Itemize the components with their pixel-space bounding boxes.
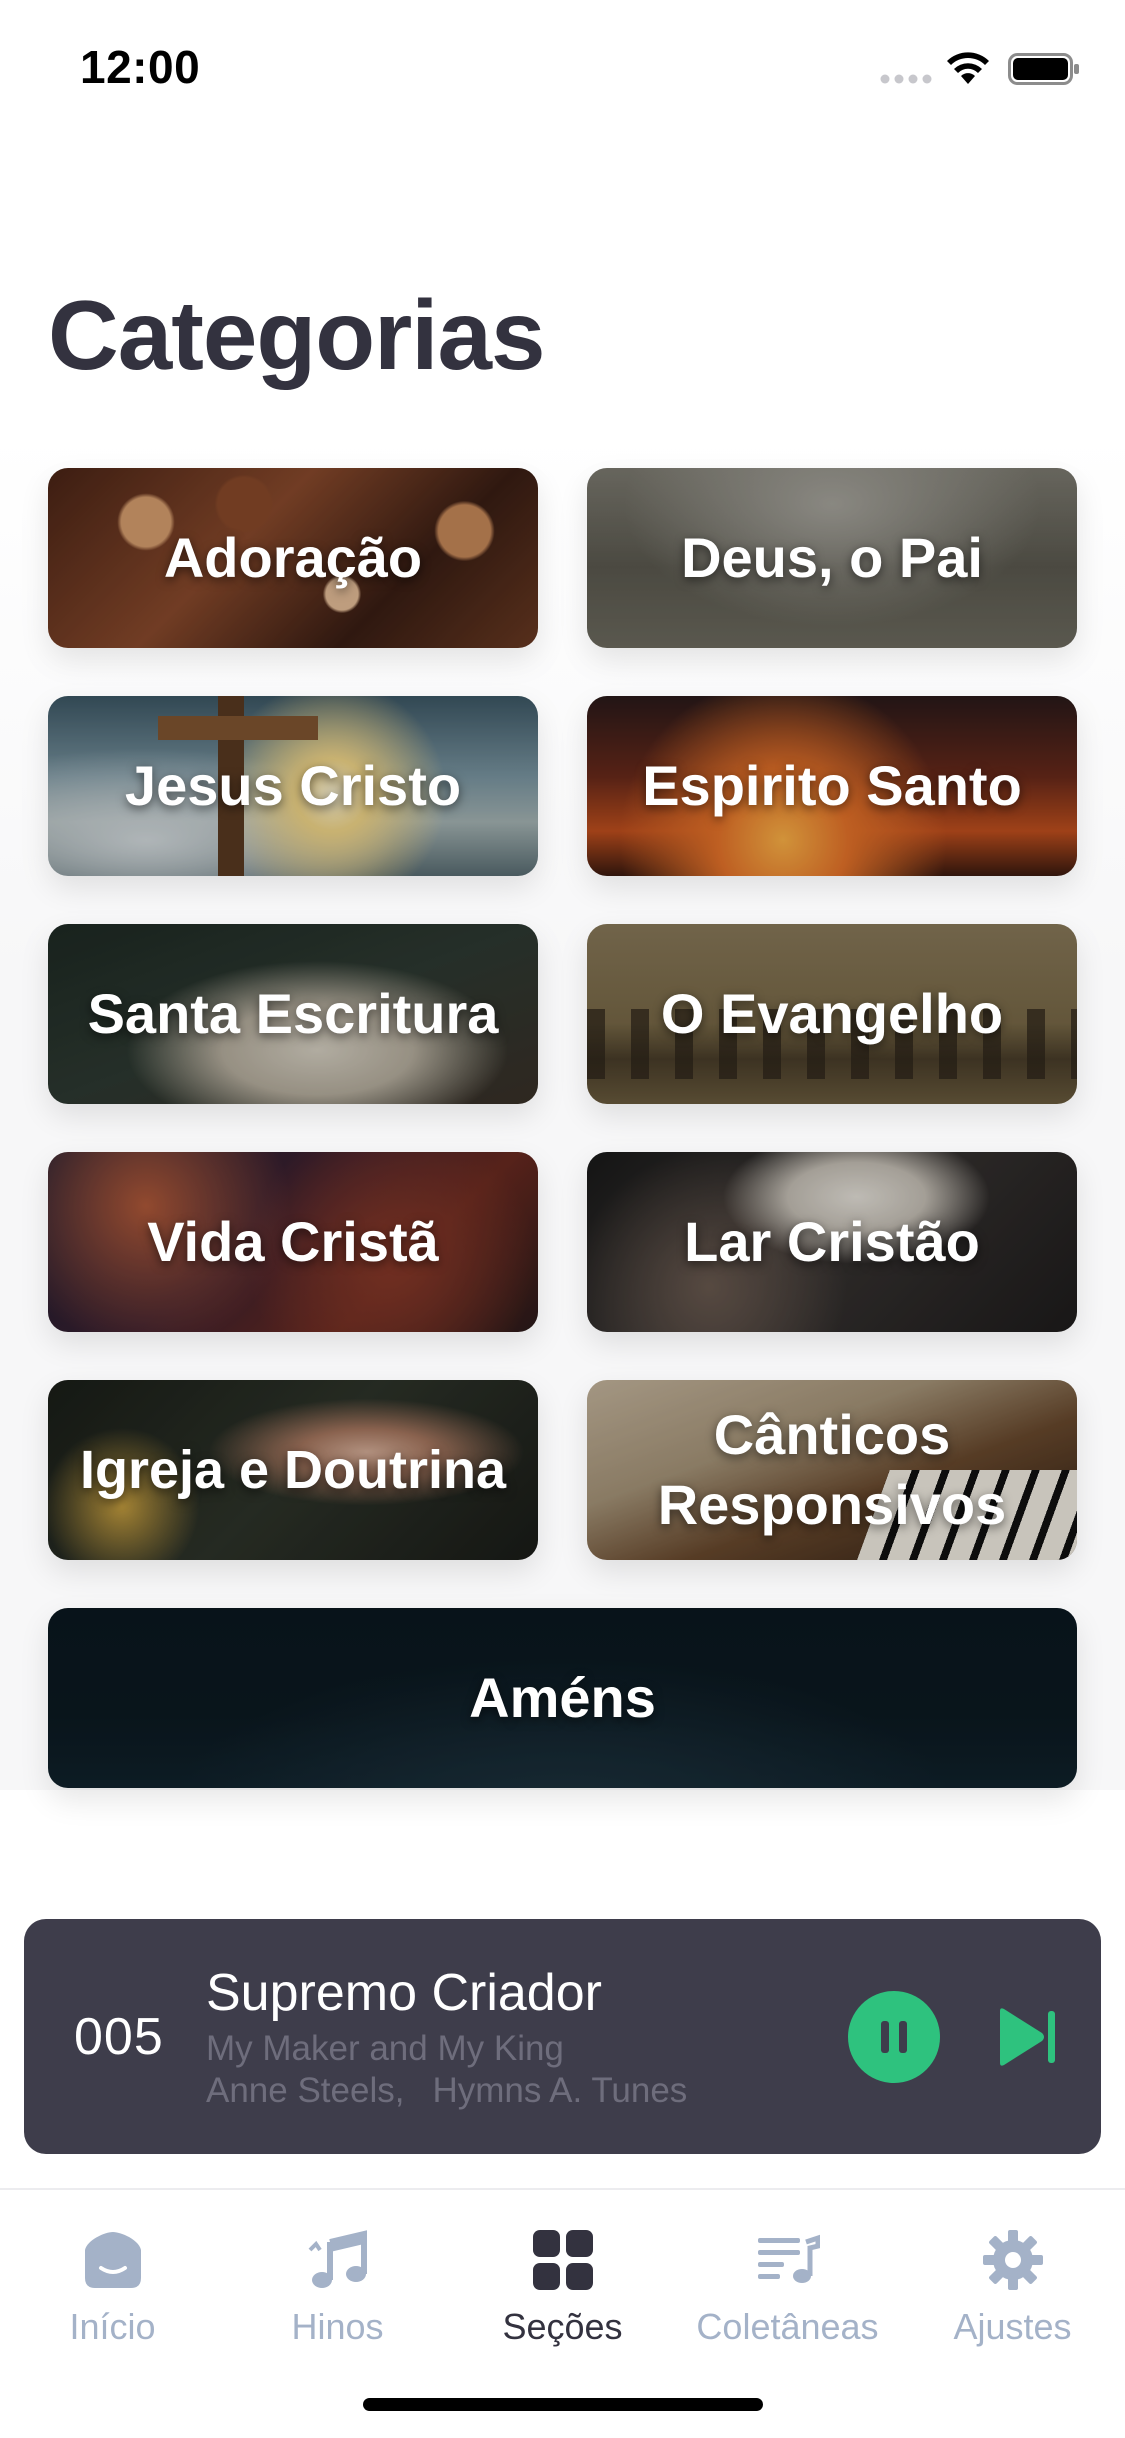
page-title: Categorias xyxy=(48,280,546,390)
category-label: Espirito Santo xyxy=(642,754,1022,817)
tab-label: Início xyxy=(69,2306,156,2347)
category-card-espirito-santo[interactable]: Espirito Santo xyxy=(587,696,1077,876)
hymn-number: 005 xyxy=(74,2008,164,2066)
cellular-signal-icon xyxy=(880,74,932,84)
pause-button[interactable] xyxy=(848,1991,940,2083)
category-card-amens[interactable]: Améns xyxy=(48,1608,1077,1788)
category-card-o-evangelho[interactable]: O Evangelho xyxy=(587,924,1077,1104)
home-icon xyxy=(84,2232,141,2288)
gear-icon xyxy=(982,2230,1043,2290)
music-note-icon xyxy=(308,2230,367,2288)
category-label: Lar Cristão xyxy=(684,1210,980,1273)
pause-icon xyxy=(881,2021,907,2053)
tab-label: Ajustes xyxy=(953,2306,1072,2347)
hymn-credits: Anne Steels, Hymns A. Tunes xyxy=(206,2071,687,2111)
tab-label: Coletâneas xyxy=(696,2306,879,2347)
category-label: O Evangelho xyxy=(660,982,1004,1045)
category-card-deus-o-pai[interactable]: Deus, o Pai xyxy=(587,468,1077,648)
now-playing-bar[interactable]: 005 Supremo Criador My Maker and My King… xyxy=(24,1919,1101,2154)
category-card-jesus-cristo[interactable]: Jesus Cristo xyxy=(48,696,538,876)
playlist-icon xyxy=(757,2234,820,2283)
tab-label: Seções xyxy=(502,2306,623,2347)
category-label: Deus, o Pai xyxy=(681,526,983,589)
hymn-source: Hymns A. Tunes xyxy=(432,2071,688,2110)
category-label: Cânticos Responsivos xyxy=(657,1403,1007,1536)
home-indicator xyxy=(363,2398,763,2411)
category-label: Santa Escritura xyxy=(87,982,499,1045)
category-label: Jesus Cristo xyxy=(124,754,462,817)
category-card-igreja-e-doutrina[interactable]: Igreja e Doutrina xyxy=(48,1380,538,1560)
grid-icon xyxy=(532,2230,593,2290)
category-card-canticos-responsivos[interactable]: Cânticos Responsivos xyxy=(587,1380,1077,1560)
hymn-title: Supremo Criador xyxy=(206,1964,602,2022)
category-card-adoracao[interactable]: Adoração xyxy=(48,468,538,648)
category-label: Adoração xyxy=(163,526,423,589)
tab-ajustes[interactable]: Ajustes xyxy=(900,2210,1125,2360)
category-label: Améns xyxy=(469,1666,656,1729)
tab-inicio[interactable]: Início xyxy=(0,2210,225,2360)
category-label: Igreja e Doutrina xyxy=(79,1440,507,1500)
category-card-lar-cristao[interactable]: Lar Cristão xyxy=(587,1152,1077,1332)
status-bar: 12:00 xyxy=(0,0,1125,135)
category-grid: Adoração Deus, o Pai Jesus Cristo Espiri… xyxy=(0,430,1125,1790)
category-card-vida-crista[interactable]: Vida Cristã xyxy=(48,1152,538,1332)
category-label: Vida Cristã xyxy=(147,1210,439,1273)
status-time: 12:00 xyxy=(80,41,201,93)
tab-coletaneas[interactable]: Coletâneas xyxy=(675,2210,900,2360)
hymn-author: Anne Steels, xyxy=(206,2071,405,2110)
tab-label: Hinos xyxy=(291,2306,384,2347)
wifi-icon xyxy=(947,52,989,84)
tab-secoes[interactable]: Seções xyxy=(450,2210,675,2360)
skip-next-button[interactable] xyxy=(994,2005,1060,2069)
category-card-santa-escritura[interactable]: Santa Escritura xyxy=(48,924,538,1104)
battery-icon xyxy=(1008,53,1079,85)
tab-hinos[interactable]: Hinos xyxy=(225,2210,450,2360)
hymn-subtitle: My Maker and My King xyxy=(206,2029,564,2068)
